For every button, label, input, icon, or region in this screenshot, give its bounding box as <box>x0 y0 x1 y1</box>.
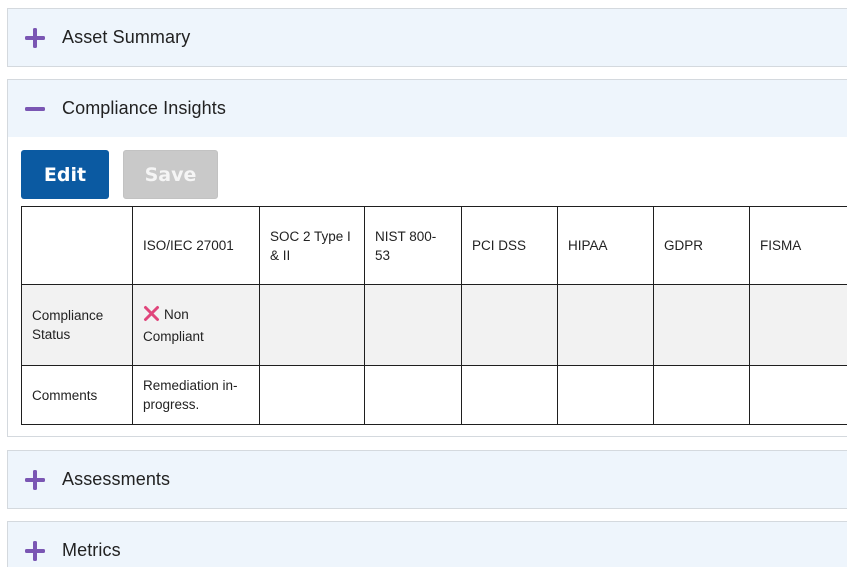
table-header-row: ISO/IEC 27001 SOC 2 Type I & II NIST 800… <box>21 206 847 285</box>
comment-cell-nist-800-53 <box>364 365 462 425</box>
status-cell-soc2 <box>259 284 365 366</box>
panel-compliance-insights-header[interactable]: Compliance Insights <box>8 80 847 137</box>
comment-cell-fisma <box>749 365 847 425</box>
comment-cell-pci-dss <box>461 365 558 425</box>
panel-compliance-insights: Compliance Insights Edit Save ISO/IEC 27… <box>7 79 847 437</box>
column-header-nist-800-53: NIST 800-53 <box>364 206 462 285</box>
table-row: Compliance Status Non Compliant <box>21 284 847 366</box>
x-mark-icon <box>143 305 160 327</box>
panel-asset-summary-header[interactable]: Asset Summary <box>8 9 847 66</box>
panel-assessments-header[interactable]: Assessments <box>8 451 847 508</box>
panel-assessments: Assessments <box>7 450 847 509</box>
status-cell-gdpr <box>653 284 750 366</box>
comment-cell-soc2 <box>259 365 365 425</box>
column-header-gdpr: GDPR <box>653 206 750 285</box>
row-label-compliance-status: Compliance Status <box>21 284 133 366</box>
save-button[interactable]: Save <box>123 150 218 199</box>
edit-button[interactable]: Edit <box>21 150 109 199</box>
comment-cell-iso-27001: Remediation in-progress. <box>132 365 260 425</box>
status-cell-fisma <box>749 284 847 366</box>
page: Asset Summary Compliance Insights Edit S… <box>0 0 847 567</box>
column-header-fisma: FISMA <box>749 206 847 285</box>
panel-metrics-header[interactable]: Metrics <box>8 522 847 567</box>
panel-asset-summary: Asset Summary <box>7 8 847 67</box>
table-row: Comments Remediation in-progress. <box>21 365 847 425</box>
column-header-hipaa: HIPAA <box>557 206 654 285</box>
table-corner-cell <box>21 206 133 285</box>
panel-metrics: Metrics <box>7 521 847 567</box>
panel-title: Metrics <box>62 540 121 560</box>
comment-cell-hipaa <box>557 365 654 425</box>
row-label-comments: Comments <box>21 365 133 425</box>
status-cell-pci-dss <box>461 284 558 366</box>
plus-icon[interactable] <box>25 540 45 561</box>
status-cell-nist-800-53 <box>364 284 462 366</box>
status-cell-hipaa <box>557 284 654 366</box>
compliance-table: ISO/IEC 27001 SOC 2 Type I & II NIST 800… <box>21 206 847 425</box>
comment-cell-gdpr <box>653 365 750 425</box>
column-header-iso-27001: ISO/IEC 27001 <box>132 206 260 285</box>
plus-icon[interactable] <box>25 469 45 490</box>
status-cell-iso-27001: Non Compliant <box>132 284 260 366</box>
column-header-soc2: SOC 2 Type I & II <box>259 206 365 285</box>
panel-title: Asset Summary <box>62 27 191 47</box>
column-header-pci-dss: PCI DSS <box>461 206 558 285</box>
plus-icon[interactable] <box>25 27 45 48</box>
panel-title: Compliance Insights <box>62 98 226 118</box>
minus-icon[interactable] <box>25 99 45 119</box>
panel-title: Assessments <box>62 469 171 489</box>
